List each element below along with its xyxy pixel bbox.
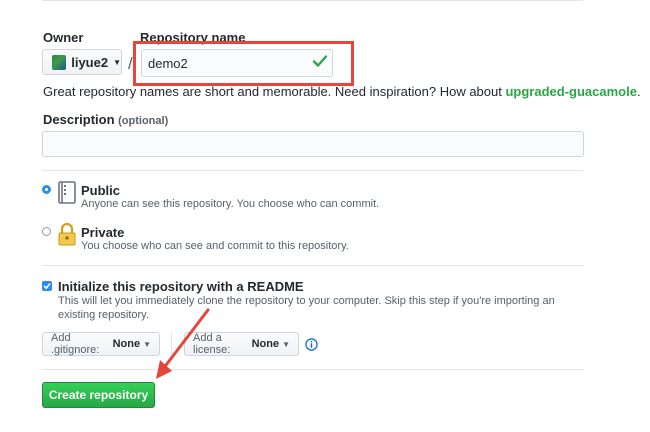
gitignore-select[interactable]: Add .gitignore: None ▼ (42, 332, 160, 356)
public-radio[interactable] (42, 185, 51, 194)
description-label-text: Description (43, 112, 115, 127)
hint-end: . (636, 84, 641, 99)
owner-dropdown[interactable]: liyue2 ▼ (42, 49, 122, 75)
checkmark-icon (43, 282, 51, 290)
readme-note: This will let you immediately clone the … (58, 295, 555, 321)
name-suggestion-link[interactable]: upgraded-guacamole (505, 84, 636, 99)
readme-checkbox[interactable] (42, 281, 52, 291)
section-divider (42, 265, 583, 266)
private-note: You choose who can see and commit to thi… (81, 240, 349, 252)
gitignore-value: None (112, 338, 141, 350)
private-title: Private (81, 225, 125, 240)
public-note: Anyone can see this repository. You choo… (81, 198, 380, 210)
top-divider (42, 0, 583, 1)
public-title: Public (81, 183, 121, 198)
license-value: None (251, 338, 280, 350)
owner-name: liyue2 (71, 54, 109, 70)
readme-title: Initialize this repository with a README (58, 279, 304, 294)
caret-down-icon: ▼ (282, 339, 290, 349)
caret-down-icon: ▼ (113, 57, 121, 67)
description-label: Description (optional) (43, 112, 168, 127)
section-divider (42, 170, 583, 171)
gitignore-label: Add .gitignore: (51, 332, 100, 356)
repo-icon (58, 181, 76, 204)
annotation-arrow (156, 308, 210, 379)
optional-tag: (optional) (118, 115, 169, 127)
name-hint: Great repository names are short and mem… (43, 84, 641, 99)
info-icon[interactable] (305, 338, 318, 351)
section-divider (42, 369, 583, 370)
avatar (52, 54, 67, 70)
owner-label: Owner (43, 30, 84, 45)
annotation-highlight-box (133, 41, 354, 86)
private-radio[interactable] (42, 227, 51, 236)
hint-text: Great repository names are short and mem… (43, 84, 506, 99)
lock-icon (58, 222, 76, 246)
description-input[interactable] (42, 131, 584, 157)
create-repository-button[interactable]: Create repository (42, 382, 155, 408)
